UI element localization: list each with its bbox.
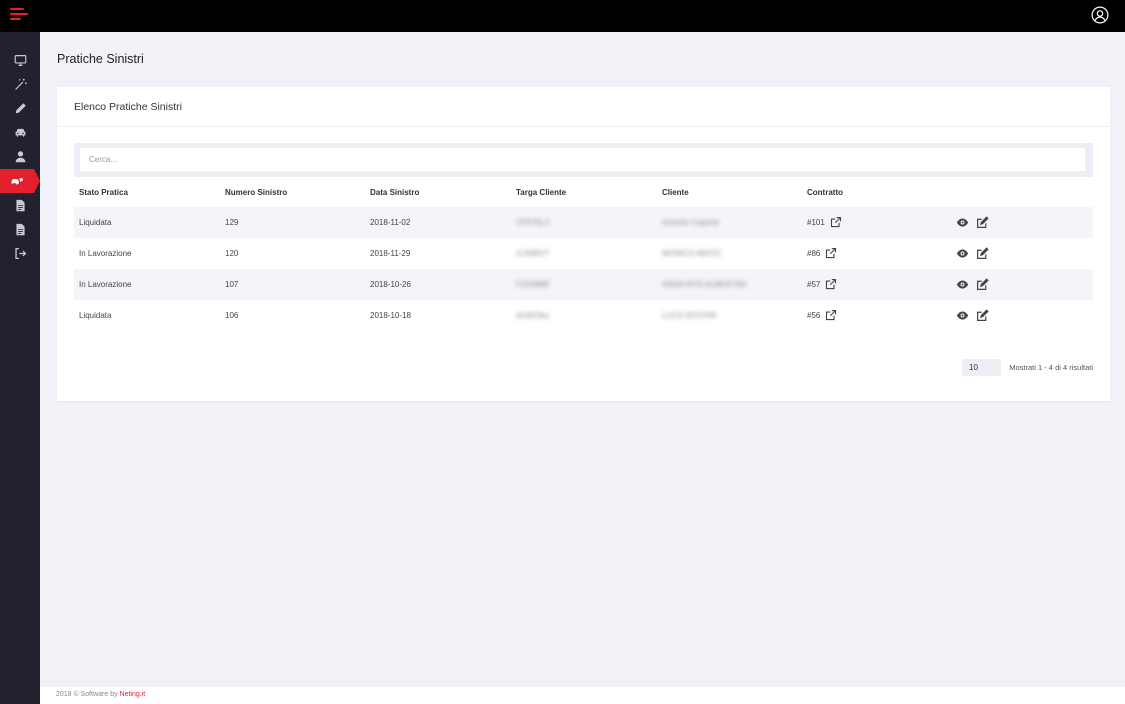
cell-targa: dm823ka [516,311,549,320]
table-row: In Lavorazione 107 2018-10-26 FZ058MF AN… [74,269,1093,300]
sidebar-item-wizard[interactable] [0,72,40,96]
card-title: Elenco Pratiche Sinistri [74,101,182,113]
sidebar-item-logout[interactable] [0,241,40,265]
view-button[interactable] [956,278,969,291]
claims-card: Elenco Pratiche Sinistri Stato Pratica N… [57,87,1110,401]
document-icon [15,199,25,211]
user-icon [15,150,25,162]
document-icon [15,223,25,235]
sidebar-item-clients[interactable] [0,144,40,168]
view-button[interactable] [956,309,969,322]
cell-contratto: #86 [807,247,837,259]
edit-button[interactable] [976,278,989,291]
menu-toggle-icon[interactable] [10,8,28,22]
cell-numero: 120 [225,249,239,258]
cell-data: 2018-10-18 [370,311,411,320]
sidebar-item-dashboard[interactable] [0,48,40,72]
eye-icon [956,249,969,258]
monitor-icon [14,54,26,66]
cell-numero: 107 [225,280,239,289]
sidebar [0,32,40,704]
claims-table: Stato Pratica Numero Sinistro Data Sinis… [74,177,1093,331]
search-container [74,143,1093,177]
view-button[interactable] [956,247,969,260]
cell-data: 2018-10-26 [370,280,411,289]
footer-copyright: 2018 © Software by [56,691,120,698]
header-stato-pratica[interactable]: Stato Pratica [79,188,128,197]
footer-link[interactable]: Neting.it [120,691,146,698]
cell-stato: Liquidata [79,311,112,320]
search-input[interactable] [80,148,1085,171]
card-divider [57,126,1110,127]
sidebar-item-edit[interactable] [0,96,40,120]
logout-icon [14,247,26,259]
edit-button[interactable] [976,216,989,229]
cell-targa: GJ598VT [516,249,550,258]
magic-wand-icon [14,78,27,90]
cell-numero: 106 [225,311,239,320]
contract-number: #56 [807,310,821,320]
top-bar [0,0,1125,32]
contract-number: #101 [807,217,825,227]
results-info: Mostrati 1 - 4 di 4 risultati [1009,363,1093,372]
edit-icon [977,247,989,259]
eye-icon [956,311,969,320]
edit-button[interactable] [976,309,989,322]
cell-cliente: ANNA RITA ALBERTINI [662,280,747,289]
cell-stato: In Lavorazione [79,280,132,289]
edit-button[interactable] [976,247,989,260]
view-button[interactable] [956,216,969,229]
cell-targa: CF976LX [516,218,550,227]
page-size-select[interactable]: 10 [962,359,1001,376]
table-row: Liquidata 129 2018-11-02 CF976LX Antonio… [74,207,1093,238]
table-row: Liquidata 106 2018-10-18 dm823ka LUCA SO… [74,300,1093,331]
cell-cliente: MONICA ABATE [662,249,721,258]
cell-data: 2018-11-29 [370,249,411,258]
sidebar-item-vehicles[interactable] [0,120,40,144]
car-icon [15,128,25,137]
footer-text: 2018 © Software by Neting.it [56,691,145,698]
cell-numero: 129 [225,218,239,227]
cell-stato: In Lavorazione [79,249,132,258]
cell-contratto: #101 [807,216,842,228]
pencil-icon [15,102,26,113]
cell-cliente: LUCA SOVONI [662,311,717,320]
header-contratto[interactable]: Contratto [807,188,843,197]
cell-data: 2018-11-02 [370,218,411,227]
table-row: In Lavorazione 120 2018-11-29 GJ598VT MO… [74,238,1093,269]
header-numero-sinistro[interactable]: Numero Sinistro [225,188,287,197]
header-data-sinistro[interactable]: Data Sinistro [370,188,419,197]
cell-stato: Liquidata [79,218,112,227]
cell-cliente: Antonio Capone [662,218,720,227]
eye-icon [956,280,969,289]
sidebar-item-reports[interactable] [0,217,40,241]
header-targa-cliente[interactable]: Targa Cliente [516,188,566,197]
eye-icon [956,218,969,227]
edit-icon [977,216,989,228]
sidebar-item-documents[interactable] [0,193,40,217]
page-title: Pratiche Sinistri [57,52,144,66]
contract-number: #86 [807,248,821,258]
sidebar-item-claims[interactable] [0,169,40,193]
edit-icon [977,278,989,290]
external-link-icon[interactable] [825,278,837,290]
external-link-icon[interactable] [830,216,842,228]
cell-targa: FZ058MF [516,280,551,289]
header-cliente[interactable]: Cliente [662,188,689,197]
cell-contratto: #56 [807,309,837,321]
cell-contratto: #57 [807,278,837,290]
user-avatar-icon[interactable] [1091,6,1109,24]
edit-icon [977,309,989,321]
contract-number: #57 [807,279,821,289]
external-link-icon[interactable] [825,247,837,259]
footer: 2018 © Software by Neting.it [40,687,1125,704]
car-crash-icon [10,177,23,185]
external-link-icon[interactable] [825,309,837,321]
table-header: Stato Pratica Numero Sinistro Data Sinis… [74,177,1093,207]
